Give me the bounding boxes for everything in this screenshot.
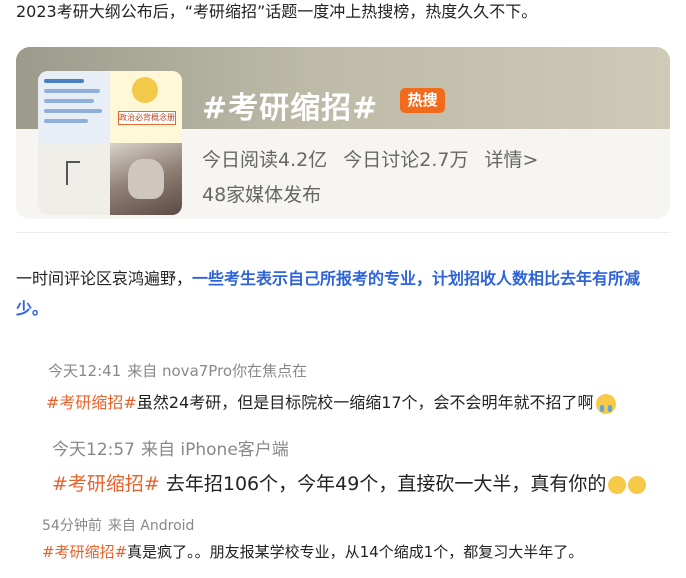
comment-hashtag[interactable]: #考研缩招#: [42, 543, 127, 561]
comment-hashtag[interactable]: #考研缩招#: [46, 393, 137, 412]
paragraph-text: 一时间评论区哀鸿遍野，: [16, 269, 193, 288]
comment-hashtag[interactable]: #考研缩招#: [52, 473, 160, 495]
comment-time: 54分钟前: [42, 518, 102, 534]
comment-meta: 今天12:57 来自 iPhone客户端: [52, 435, 646, 460]
topic-hashtag[interactable]: #考研缩招#: [202, 83, 378, 127]
comment-item: 今天12:41 来自 nova7Pro你在焦点在 #考研缩招#虽然24考研，但是目…: [46, 360, 616, 414]
crying-face-icon: [595, 393, 616, 414]
article-paragraph: 一时间评论区哀鸿遍野，一些考生表示自己所报考的专业，计划招收人数相比去年有所减少…: [16, 264, 670, 324]
details-link[interactable]: 详情>: [485, 149, 539, 171]
intro-text: 2023考研大纲公布后，“考研缩招”话题一度冲上热搜榜，热度久久不下。: [16, 2, 538, 21]
comment-item: 今天12:57 来自 iPhone客户端 #考研缩招# 去年招106个，今年49个…: [52, 435, 647, 496]
comment-source: 来自 Android: [107, 518, 195, 534]
thumbnail-document: [38, 71, 110, 143]
reads-count: 今日阅读4.2亿: [202, 149, 328, 171]
divider: [16, 232, 670, 233]
comment-meta: 54分钟前 来自 Android: [42, 515, 583, 535]
comment-body: #考研缩招#虽然24考研，但是目标院校一缩缩17个，会不会明年就不招了啊: [46, 389, 616, 414]
comment-body: #考研缩招# 去年招106个，今年49个，直接砍一大半，真有你的: [52, 469, 647, 496]
comment-text: 虽然24考研，但是目标院校一缩缩17个，会不会明年就不招了啊: [136, 393, 594, 412]
media-count: 48家媒体发布: [202, 184, 322, 206]
comment-body: #考研缩招#真是疯了。。朋友报某学校专业，从14个缩成1个，都复习大半年了。: [42, 541, 583, 562]
thumbnail-cat-photo: [110, 143, 182, 215]
topic-card[interactable]: 政治必背概念册 #考研缩招# 热搜 今日阅读4.2亿 今日讨论2.7万 详情> …: [16, 47, 670, 219]
thumbnail-study-book: 政治必背概念册: [110, 71, 182, 143]
comment-source: 来自 iPhone客户端: [141, 440, 289, 460]
thumbnail-calligraphy: [38, 143, 110, 215]
comment-source: 来自 nova7Pro你在焦点在: [127, 362, 308, 380]
topic-stats: 今日阅读4.2亿 今日讨论2.7万 详情>: [202, 145, 548, 172]
comment-screenshots: 今天12:41 来自 nova7Pro你在焦点在 #考研缩招#虽然24考研，但是目…: [0, 350, 686, 578]
topic-thumbnail-grid[interactable]: 政治必背概念册: [38, 71, 182, 215]
upside-down-face-icon: [608, 475, 627, 494]
comment-meta: 今天12:41 来自 nova7Pro你在焦点在: [48, 360, 616, 381]
cartoon-face-icon: [132, 77, 158, 103]
cat-image: [128, 159, 164, 199]
thumbnail-label: 政治必背概念册: [118, 111, 176, 125]
comment-item: 54分钟前 来自 Android #考研缩招#真是疯了。。朋友报某学校专业，从14…: [42, 515, 583, 562]
comment-time: 今天12:41: [48, 362, 122, 380]
upside-down-face-icon: [628, 475, 647, 494]
comment-text: 去年招106个，今年49个，直接砍一大半，真有你的: [159, 473, 607, 495]
comment-time: 今天12:57: [52, 440, 135, 460]
discussions-count: 今日讨论2.7万: [343, 149, 469, 171]
comment-text: 真是疯了。。朋友报某学校专业，从14个缩成1个，都复习大半年了。: [127, 543, 584, 561]
hot-search-badge: 热搜: [400, 88, 445, 113]
